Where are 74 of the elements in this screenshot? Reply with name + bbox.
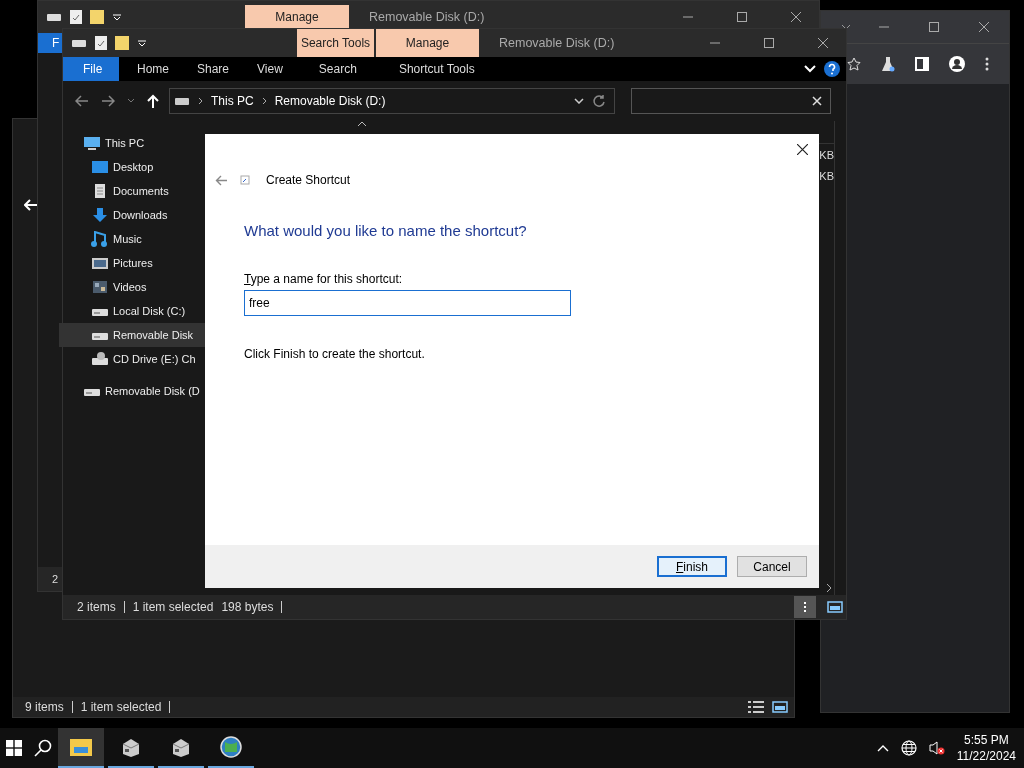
sort-caret-icon[interactable] <box>357 121 367 127</box>
ribbon-tab[interactable]: View <box>247 57 293 81</box>
profile-icon[interactable] <box>949 56 965 72</box>
forward-arrow-icon[interactable] <box>101 95 115 107</box>
computer-icon <box>83 135 101 151</box>
address-bar[interactable]: This PC Removable Disk (D:) <box>169 88 615 114</box>
muted-speaker-icon[interactable] <box>928 740 945 756</box>
window-title: Removable Disk (D:) <box>369 10 485 24</box>
finish-button[interactable]: Finish <box>657 556 727 577</box>
field-label: Type a name for this shortcut: <box>244 272 404 286</box>
dialog-title: Create Shortcut <box>266 173 351 187</box>
chevron-icon[interactable] <box>261 97 267 105</box>
ribbon-tab[interactable]: Search <box>308 57 367 81</box>
cancel-button[interactable]: Cancel <box>737 556 807 577</box>
globe-icon[interactable] <box>900 740 917 756</box>
details-view-icon[interactable] <box>794 596 816 618</box>
scroll-right-icon[interactable] <box>826 583 832 593</box>
context-tab[interactable]: Manage <box>245 5 349 28</box>
status-text: 1 item selected <box>132 600 214 614</box>
clock-time[interactable]: 5:55 PM <box>964 732 1009 748</box>
desktop-icon <box>91 159 109 175</box>
drive-icon <box>174 96 190 106</box>
drive-icon <box>71 38 87 48</box>
status-text: 1 item selected <box>80 700 162 714</box>
input-field[interactable]: free <box>244 290 571 316</box>
status-text: 9 items <box>25 700 64 714</box>
window-title: Removable Disk (D:) <box>499 36 615 50</box>
properties-icon[interactable] <box>95 36 107 50</box>
breadcrumb-item[interactable]: This PC <box>211 94 254 108</box>
up-arrow-icon[interactable] <box>147 94 159 108</box>
breadcrumb-item[interactable]: Removable Disk (D:) <box>274 94 386 108</box>
download-arrow-icon <box>91 207 109 223</box>
music-note-icon <box>91 231 109 247</box>
hint-text: Click Finish to create the shortcut. <box>244 347 426 361</box>
shortcut-icon <box>240 175 250 185</box>
details-view-icon[interactable] <box>748 701 764 713</box>
dialog-heading: What would you like to name the shortcut? <box>244 222 528 239</box>
tiles-view-icon[interactable] <box>772 701 788 713</box>
search-field[interactable] <box>631 88 831 114</box>
status-text: 2 <box>52 573 59 585</box>
dropdown-icon[interactable] <box>112 12 122 22</box>
flask-icon[interactable] <box>881 56 895 72</box>
dropdown-icon[interactable] <box>574 98 584 104</box>
ribbon-tab[interactable]: Shortcut Tools <box>388 57 485 81</box>
status-text: 198 bytes <box>221 600 274 614</box>
dropdown-icon[interactable] <box>137 38 147 48</box>
chevron-icon[interactable] <box>127 98 135 104</box>
status-text: 2 items <box>77 600 116 614</box>
ribbon-tab[interactable]: Home <box>127 57 179 81</box>
help-icon[interactable] <box>824 61 840 77</box>
search-icon[interactable] <box>34 739 52 757</box>
expand-ribbon-icon[interactable] <box>804 65 816 73</box>
properties-icon[interactable] <box>70 10 82 24</box>
drive-icon <box>46 12 62 22</box>
close-icon[interactable] <box>797 144 808 155</box>
table-cell-text: KB <box>821 168 834 184</box>
star-icon[interactable] <box>847 57 861 71</box>
disc-drive-icon <box>91 351 109 367</box>
start-icon[interactable] <box>6 740 22 756</box>
refresh-icon[interactable] <box>592 94 606 108</box>
menu-icon[interactable] <box>985 57 989 71</box>
table-cell-text: KB <box>821 147 834 163</box>
clock-date[interactable]: 11/22/2024 <box>956 748 1016 764</box>
context-tab[interactable]: Search Tools <box>297 29 374 57</box>
chevron-icon[interactable] <box>198 97 203 105</box>
context-tab[interactable]: Manage <box>376 29 479 57</box>
ribbon-tab[interactable]: Share <box>187 57 240 81</box>
folder-app-icon[interactable] <box>58 728 104 768</box>
film-icon <box>91 279 109 295</box>
clear-icon[interactable] <box>812 96 822 106</box>
show-hidden-icons-icon[interactable] <box>876 744 889 752</box>
picture-icon <box>91 255 109 271</box>
sidebar-icon[interactable] <box>915 57 929 71</box>
ribbon-tab[interactable]: F <box>38 33 63 53</box>
